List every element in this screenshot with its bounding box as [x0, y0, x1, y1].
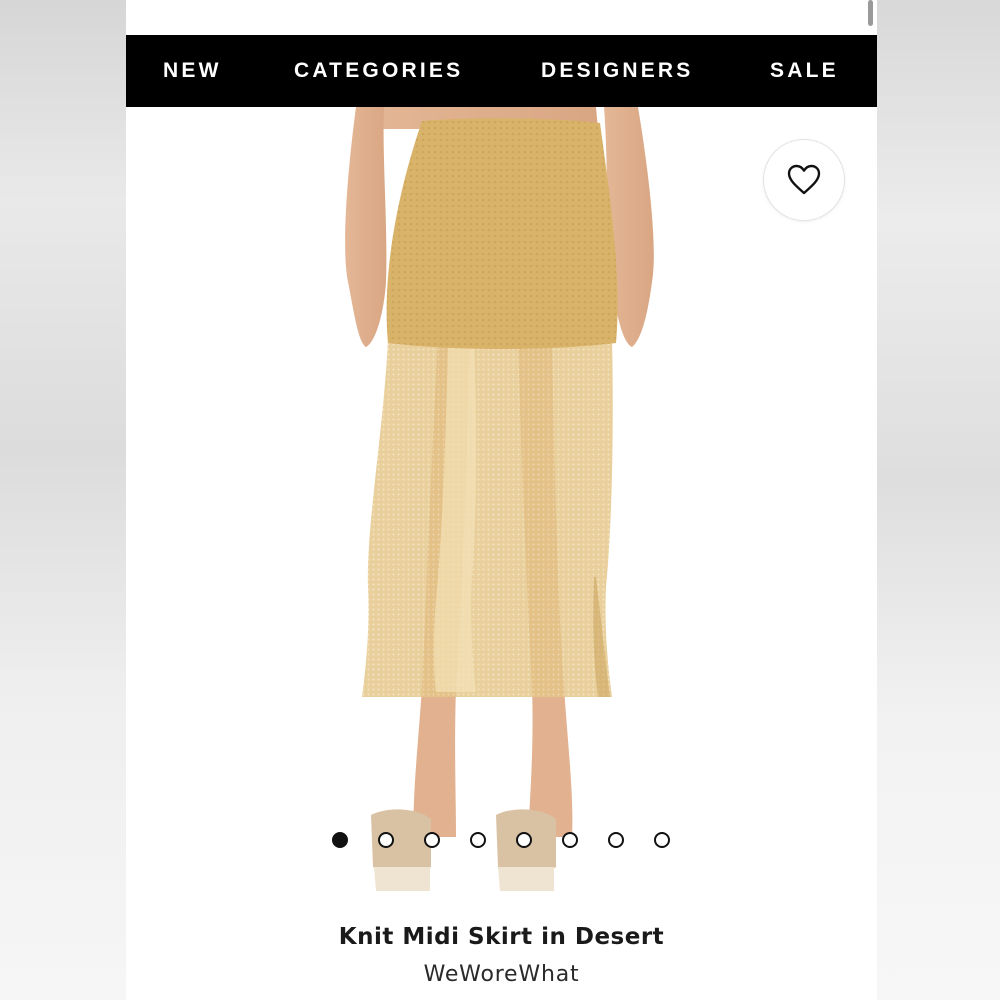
nav-item-designers[interactable]: DESIGNERS [541, 35, 694, 107]
product-brand[interactable]: WeWoreWhat [126, 962, 877, 987]
carousel-dots [332, 831, 670, 849]
product-title[interactable]: Knit Midi Skirt in Desert [126, 924, 877, 950]
phone-screen: NEW CATEGORIES DESIGNERS SALE Knit Midi … [126, 0, 877, 1000]
carousel-dot[interactable] [654, 832, 670, 848]
background-right [877, 0, 1000, 1000]
top-navigation: NEW CATEGORIES DESIGNERS SALE [126, 35, 877, 107]
nav-item-categories[interactable]: CATEGORIES [294, 35, 463, 107]
carousel-dot[interactable] [562, 832, 578, 848]
heart-outline-icon [787, 164, 821, 195]
product-image[interactable] [126, 107, 877, 912]
carousel-dot[interactable] [516, 832, 532, 848]
knit-midi-skirt-photo [345, 107, 654, 891]
carousel-dot[interactable] [424, 832, 440, 848]
nav-item-sale[interactable]: SALE [770, 35, 839, 107]
nav-item-new[interactable]: NEW [163, 35, 222, 107]
carousel-dot[interactable] [378, 832, 394, 848]
carousel-dot[interactable] [470, 832, 486, 848]
favorite-button[interactable] [763, 139, 845, 221]
background-left [0, 0, 126, 1000]
scroll-indicator[interactable] [868, 0, 873, 26]
carousel-dot[interactable] [608, 832, 624, 848]
carousel-dot[interactable] [332, 832, 348, 848]
